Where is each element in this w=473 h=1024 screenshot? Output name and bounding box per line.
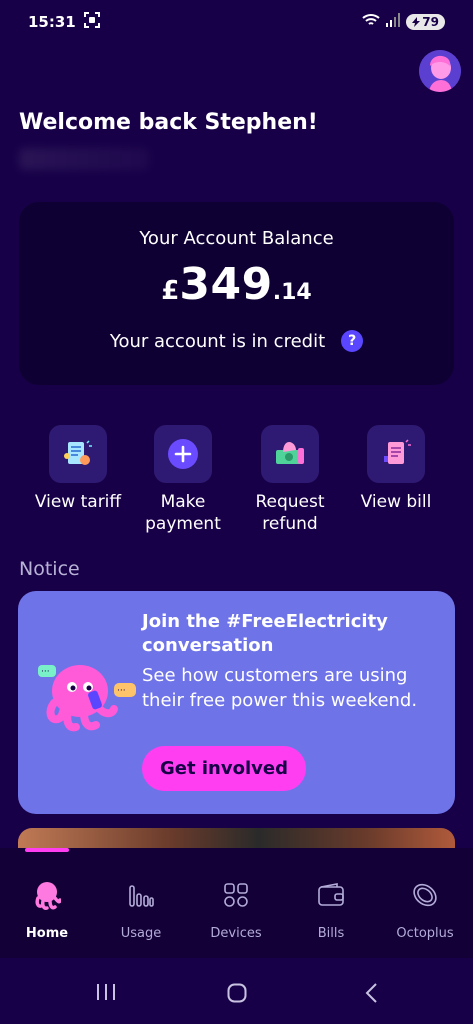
avatar-icon	[419, 50, 461, 92]
usage-chart-icon	[96, 878, 186, 912]
tab-home[interactable]: Home	[2, 878, 92, 941]
notice-card-heading: Join the #FreeElectricity conversation	[142, 611, 388, 656]
view-tariff-label: View tariff	[34, 492, 122, 512]
request-refund-button[interactable]: Request refund	[235, 425, 345, 535]
home-nav-icon[interactable]	[227, 983, 247, 1007]
next-card-preview	[18, 828, 455, 848]
welcome-heading: Welcome back Stephen!	[19, 110, 318, 135]
balance-fraction: .14	[272, 280, 312, 305]
octoplus-coin-icon	[380, 878, 470, 912]
bottom-tab-bar: Home Usage Devices Bills Octoplus	[0, 848, 473, 958]
octopus-home-icon	[2, 878, 92, 912]
notice-card-body: See how customers are using their free p…	[142, 665, 418, 711]
tab-devices-label: Devices	[210, 926, 262, 941]
balance-label: Your Account Balance	[139, 228, 334, 249]
tab-devices[interactable]: Devices	[191, 878, 281, 941]
quick-actions: View tariff Make payment Request refund	[0, 425, 473, 545]
credit-status-text: Your account is in credit	[109, 330, 326, 352]
balance-currency: £	[161, 276, 180, 306]
active-tab-indicator	[25, 848, 69, 852]
view-tariff-button[interactable]: View tariff	[23, 425, 133, 513]
back-nav-icon[interactable]	[364, 983, 378, 1007]
make-payment-button[interactable]: Make payment	[128, 425, 238, 535]
tab-usage-label: Usage	[120, 926, 162, 941]
get-involved-button[interactable]: Get involved	[142, 746, 306, 791]
tab-usage[interactable]: Usage	[96, 878, 186, 941]
help-icon[interactable]: ?	[341, 330, 364, 352]
make-payment-label: Make payment	[145, 492, 221, 534]
tab-home-label: Home	[25, 926, 69, 941]
battery-level: 79	[422, 15, 439, 29]
svg-text:···: ···	[117, 686, 126, 696]
status-bar: 15:31 79	[0, 0, 473, 44]
status-time: 15:31	[28, 13, 76, 31]
wifi-icon	[362, 13, 380, 31]
recent-apps-icon[interactable]	[96, 983, 116, 1005]
signal-icon	[386, 13, 401, 31]
devices-grid-icon	[191, 878, 281, 912]
balance-whole: 349	[179, 259, 273, 310]
charging-icon	[412, 17, 421, 27]
profile-avatar[interactable]	[419, 50, 461, 92]
view-bill-label: View bill	[360, 492, 432, 512]
bill-icon	[367, 425, 425, 483]
credit-status: Your account is in credit ?	[19, 330, 454, 352]
battery-indicator: 79	[406, 14, 445, 30]
tab-octoplus[interactable]: Octoplus	[380, 878, 470, 941]
receipt-icon	[49, 425, 107, 483]
svg-text:···: ···	[41, 667, 50, 677]
octopus-mascot-icon: ··· ···	[38, 651, 138, 745]
plus-icon	[154, 425, 212, 483]
system-nav-bar	[0, 958, 473, 1024]
tab-bills-label: Bills	[317, 926, 345, 941]
view-bill-button[interactable]: View bill	[341, 425, 451, 513]
notice-card[interactable]: ··· ··· Join the #FreeElectricity conver…	[18, 591, 455, 814]
refund-icon	[261, 425, 319, 483]
balance-amount: £ 349 .14	[19, 259, 454, 310]
redacted-account-info	[19, 148, 149, 170]
wallet-icon	[286, 878, 376, 912]
balance-card[interactable]: Your Account Balance £ 349 .14 Your acco…	[19, 202, 454, 385]
notice-heading: Notice	[19, 558, 80, 580]
tab-octoplus-label: Octoplus	[396, 926, 454, 941]
screenshot-icon	[83, 12, 100, 32]
request-refund-label: Request refund	[255, 492, 325, 534]
tab-bills[interactable]: Bills	[286, 878, 376, 941]
